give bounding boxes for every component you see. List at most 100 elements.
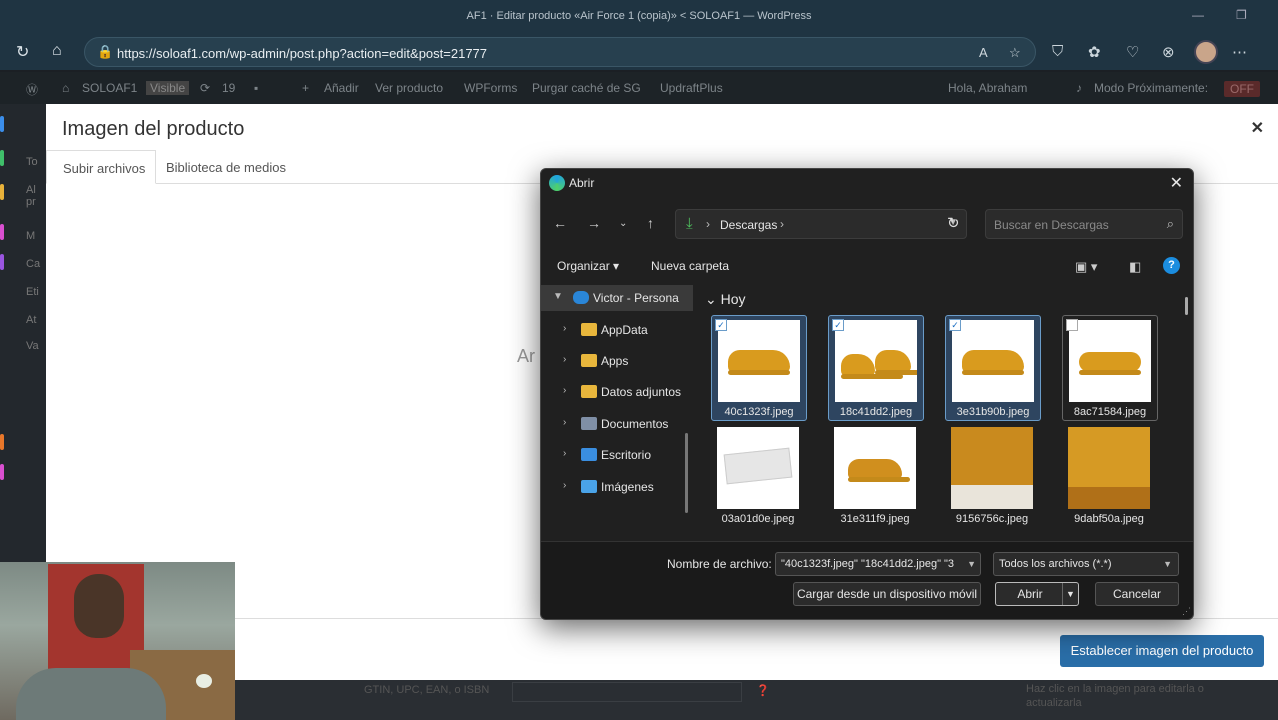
updates-count[interactable]: 19 [222,81,235,95]
adminbar-item[interactable]: Añadir [324,81,359,95]
preview-pane-icon[interactable]: ◧ [1129,259,1141,275]
copilot-icon[interactable]: ⊗ [1162,43,1175,61]
new-folder-button[interactable]: Nueva carpeta [651,259,729,273]
cancel-button[interactable]: Cancelar [1095,582,1179,606]
dialog-titlebar: Abrir ✕ [541,169,1193,197]
chevron-right-icon[interactable]: › [563,417,566,428]
organize-button[interactable]: Organizar ▾ [557,259,619,273]
file-item[interactable]: ✓ 18c41dd2.jpeg [828,315,924,421]
file-item[interactable]: ✓ 40c1323f.jpeg [711,315,807,421]
file-name: 9dabf50a.jpeg [1074,513,1144,525]
menu-marker [0,184,4,200]
recent-dropdown-icon[interactable]: ⌄ [619,218,627,229]
chevron-down-icon[interactable]: ▼ [967,559,976,569]
close-icon[interactable]: ✕ [1170,173,1183,193]
file-type-select[interactable]: Todos los archivos (*.*) ▼ [993,552,1179,576]
file-item[interactable]: 8ac71584.jpeg [1062,315,1158,421]
checkbox-icon[interactable] [1066,319,1078,331]
reload-icon[interactable]: ↻ [16,42,29,62]
extension-shield-icon[interactable]: ⛉ [1052,43,1063,60]
folder-icon [581,323,597,336]
chevron-down-icon[interactable]: ▼ [553,291,563,302]
checkbox-checked-icon[interactable]: ✓ [715,319,727,331]
maximize-icon[interactable]: ❐ [1236,8,1247,22]
tree-item-label: AppData [601,323,648,337]
site-name[interactable]: SOLOAF1 [82,81,137,95]
back-icon[interactable]: ← [553,215,567,231]
add-icon: + [302,81,310,95]
forward-icon[interactable]: → [587,215,601,231]
upload-from-mobile-button[interactable]: Cargar desde un dispositivo móvil [793,582,981,606]
tree-item-apps[interactable]: › Apps [541,348,693,374]
filename-input[interactable]: "40c1323f.jpeg" "18c41dd2.jpeg" "3 ▼ [775,552,981,576]
gtin-input[interactable] [512,682,742,702]
file-list-scrollbar[interactable] [1185,297,1188,315]
minimize-icon[interactable]: — [1192,8,1204,22]
adminbar-item[interactable]: Ver producto [375,81,443,95]
shoe-thumbnail [1069,320,1151,402]
favorite-star-icon[interactable]: ☆ [1009,45,1021,61]
adminbar-item[interactable]: Purgar caché de SG [532,81,641,95]
file-item[interactable]: ✓ 3e31b90b.jpeg [945,315,1041,421]
browser-titlebar: AF1 · Editar producto «Air Force 1 (copi… [0,0,1278,34]
nav-scrollbar[interactable] [685,433,688,513]
resize-grip-icon[interactable]: ⋰ [1182,606,1191,617]
tree-item-onedrive[interactable]: ▼ Victor - Persona [541,285,693,311]
breadcrumb[interactable]: ⤓ › Descargas › ▼ [675,209,967,239]
extension-puzzle-icon[interactable]: ✿ [1088,43,1101,61]
tree-item-escritorio[interactable]: › Escritorio [541,442,693,468]
comments-icon[interactable]: ▪ [254,81,258,95]
file-item[interactable]: 03a01d0e.jpeg [711,423,807,529]
open-button[interactable]: Abrir ▼ [995,582,1079,606]
updates-icon[interactable]: ⟳ [200,81,210,95]
tree-item-appdata[interactable]: › AppData [541,317,693,343]
view-options-icon[interactable]: ▣ ▾ [1075,259,1097,275]
wp-admin-bar: Ⓦ ⌂ SOLOAF1 Visible ⟳ 19 ▪ + Añadir Ver … [0,72,1278,104]
dialog-footer: Nombre de archivo: "40c1323f.jpeg" "18c4… [541,541,1193,619]
file-item[interactable]: 9156756c.jpeg [945,423,1041,529]
modal-title: Imagen del producto [62,118,245,140]
shoe-image [728,350,790,375]
home-icon[interactable]: ⌂ [52,42,62,60]
set-product-image-button[interactable]: Establecer imagen del producto [1060,635,1264,667]
profile-avatar[interactable] [1194,40,1218,64]
adminbar-item[interactable]: UpdraftPlus [660,81,723,95]
breadcrumb-item[interactable]: Descargas [720,218,777,232]
help-icon[interactable]: ? [1163,257,1180,274]
window-title: AF1 · Editar producto «Air Force 1 (copi… [466,10,812,22]
tree-item-imagenes[interactable]: › Imágenes [541,474,693,500]
mode-toggle[interactable]: OFF [1224,81,1260,97]
adminbar-item[interactable]: WPForms [464,81,517,95]
address-bar[interactable]: 🔒 https://soloaf1.com/wp-admin/post.php?… [84,37,1036,67]
checkbox-checked-icon[interactable]: ✓ [832,319,844,331]
chevron-right-icon[interactable]: › [563,354,566,365]
group-header[interactable]: ⌄ Hoy [705,291,746,308]
tab-upload-files[interactable]: Subir archivos [46,150,156,184]
chevron-down-icon[interactable]: ▼ [1062,583,1078,605]
chevron-right-icon[interactable]: › [563,385,566,396]
menu-marker [0,254,4,270]
checkbox-checked-icon[interactable]: ✓ [949,319,961,331]
chevron-right-icon[interactable]: › [563,323,566,334]
file-item[interactable]: 31e311f9.jpeg [828,423,924,529]
wordpress-logo-icon[interactable]: Ⓦ [26,81,38,98]
greeting[interactable]: Hola, Abraham [948,81,1027,95]
home-icon[interactable]: ⌂ [62,81,69,95]
more-menu-icon[interactable]: ⋯ [1232,43,1247,61]
tree-item-datos-adjuntos[interactable]: › Datos adjuntos [541,379,693,405]
read-aloud-icon[interactable]: A [979,45,988,60]
shoe-closeup-thumbnail [951,427,1033,509]
file-item[interactable]: 9dabf50a.jpeg [1062,423,1158,529]
desktop-icon [581,448,597,461]
up-icon[interactable]: ↑ [647,215,654,231]
chevron-right-icon[interactable]: › [563,480,566,491]
refresh-icon[interactable]: ↻ [947,214,960,232]
close-icon[interactable]: ✕ [1251,118,1264,138]
tree-item-documentos[interactable]: › Documentos [541,411,693,437]
tab-media-library[interactable]: Biblioteca de medios [166,160,286,175]
heart-icon[interactable]: ♡ [1126,43,1139,61]
search-input[interactable]: Buscar en Descargas ⌕ [985,209,1183,239]
chevron-right-icon[interactable]: › [563,448,566,459]
file-name: 18c41dd2.jpeg [839,406,913,418]
tree-item-label: Documentos [601,417,669,431]
